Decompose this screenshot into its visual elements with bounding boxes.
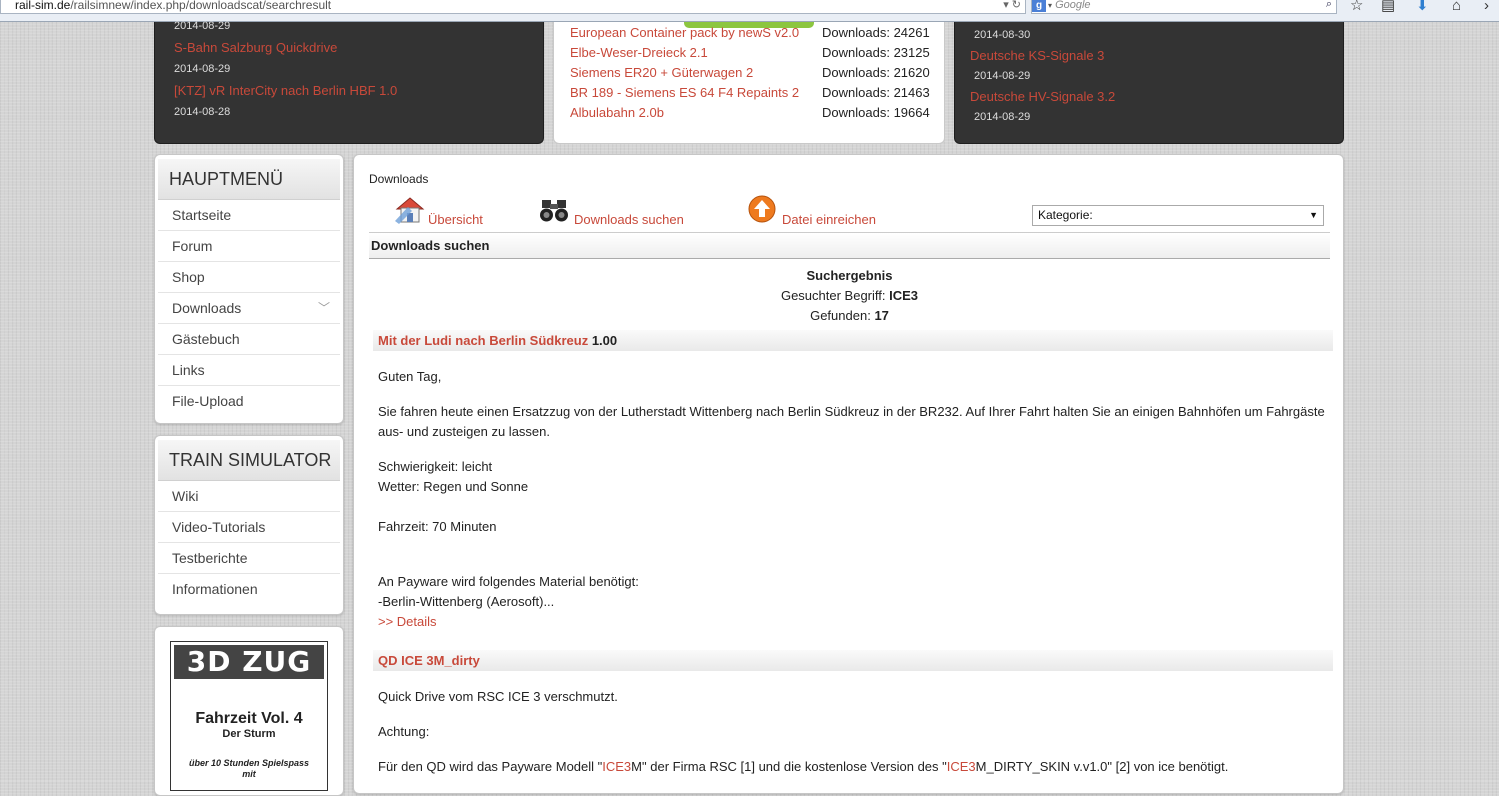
entry-text: Wetter: Regen und Sonne <box>378 479 529 494</box>
entry-title-link[interactable]: QD ICE 3M_dirty <box>378 653 480 668</box>
top-download-link[interactable]: BR 189 - Siemens ES 64 F4 Repaints 2 <box>570 85 799 100</box>
advert-tagline: über 10 Stunden Spielspass <box>188 758 310 768</box>
result-heading: Suchergebnis <box>806 268 893 283</box>
sidebar-item-downloads[interactable]: Downloads ﹀ <box>158 293 340 324</box>
sidebar-item-label: Downloads <box>172 300 242 316</box>
search-downloads-link[interactable]: Downloads suchen <box>574 212 684 227</box>
search-placeholder: Google <box>1055 0 1091 11</box>
search-highlight: ICE3 <box>602 759 632 774</box>
chevron-down-icon[interactable]: ﹀ <box>318 293 330 323</box>
breadcrumb: Downloads <box>369 172 429 186</box>
house-icon[interactable] <box>394 195 426 225</box>
latest-item-link[interactable]: S-Bahn Salzburg Quickdrive <box>174 40 337 55</box>
item-date: 2014-08-29 <box>974 111 1031 123</box>
submit-file-link[interactable]: Datei einreichen <box>782 212 876 227</box>
entry-title-link[interactable]: Mit der Ludi nach Berlin Südkreuz <box>378 333 588 348</box>
download-count: Downloads: 19664 <box>822 105 930 120</box>
download-count: Downloads: 23125 <box>822 45 930 60</box>
sidebar-item-shop[interactable]: Shop <box>158 262 340 293</box>
item-date: 2014-08-29 <box>174 63 231 75</box>
entry-text: -Berlin-Wittenberg (Aerosoft)... <box>378 594 555 609</box>
item-date: 2014-08-29 <box>974 70 1031 82</box>
sidebar-item-links[interactable]: Links <box>158 355 340 386</box>
entry-text: Für den QD wird das Payware Modell "ICE3… <box>378 759 1229 774</box>
entry-text: Schwierigkeit: leicht <box>378 459 493 474</box>
advert-banner[interactable]: 3D ZUG Fahrzeit Vol. 4 Der Sturm über 10… <box>170 641 328 791</box>
main-menu-box: HAUPTMENÜ Startseite Forum Shop Download… <box>154 154 344 424</box>
latest-updates-box: 2014-08-30 Deutsche KS-Signale 3 2014-08… <box>954 22 1344 144</box>
sidebar-item-file-upload[interactable]: File-Upload <box>158 386 340 416</box>
google-icon: g <box>1032 0 1046 12</box>
entry-header: QD ICE 3M_dirty <box>373 650 1333 671</box>
url-bar[interactable]: rail-sim.de/railsimnew/index.php/downloa… <box>0 0 1026 14</box>
advert-tagline: mit <box>242 769 256 779</box>
advert-title: Fahrzeit Vol. 4 <box>195 710 303 727</box>
item-date: 2014-08-30 <box>974 29 1031 41</box>
latest-uploads-box: 2014-08-29 S-Bahn Salzburg Quickdrive 20… <box>154 20 544 144</box>
overview-link[interactable]: Übersicht <box>428 212 483 227</box>
latest-item-link[interactable]: Deutsche KS-Signale 3 <box>970 48 1104 63</box>
sidebar-item-forum[interactable]: Forum <box>158 231 340 262</box>
sidebar-item-video-tutorials[interactable]: Video-Tutorials <box>158 512 340 543</box>
bookmark-star-icon[interactable]: ☆ <box>1350 0 1363 14</box>
item-date: 2014-08-28 <box>174 106 231 118</box>
upload-arrow-icon[interactable] <box>748 195 776 223</box>
top-download-link[interactable]: European Container pack by newS v2.0 <box>570 25 799 40</box>
chevron-down-icon: ▼ <box>1309 210 1318 220</box>
advert-logo: 3D ZUG <box>174 645 324 679</box>
download-count: Downloads: 21463 <box>822 85 930 100</box>
entry-header: Mit der Ludi nach Berlin Südkreuz 1.00 <box>373 330 1333 351</box>
home-icon[interactable]: ⌂ <box>1452 0 1461 14</box>
sidebar-item-testberichte[interactable]: Testberichte <box>158 543 340 574</box>
sidebar-item-informationen[interactable]: Informationen <box>158 574 340 604</box>
search-highlight: ICE3 <box>946 759 976 774</box>
chevron-down-icon[interactable]: ▾ <box>1048 1 1052 10</box>
result-term: Gesuchter Begriff: ICE3 <box>780 288 919 303</box>
bookmarks-list-icon[interactable]: ▤ <box>1381 0 1395 14</box>
entry-version: 1.00 <box>591 333 618 348</box>
search-icon[interactable]: ⌕ <box>1326 0 1332 10</box>
entry-text: aus- und zusteigen zu lassen. <box>378 424 550 439</box>
entry-text: Sie fahren heute einen Ersatzzug von der… <box>378 404 1325 419</box>
download-icon[interactable]: ⬇ <box>1416 0 1429 14</box>
entry-text: Achtung: <box>378 724 430 739</box>
train-simulator-box: TRAIN SIMULATOR Wiki Video-Tutorials Tes… <box>154 435 344 615</box>
browser-toolbar: rail-sim.de/railsimnew/index.php/downloa… <box>0 0 1499 22</box>
advert-box: 3D ZUG Fahrzeit Vol. 4 Der Sturm über 10… <box>154 626 344 796</box>
item-date: 2014-08-29 <box>174 20 231 32</box>
section-title: Downloads suchen <box>369 232 1330 259</box>
menu-icon[interactable]: › <box>1484 0 1489 14</box>
binoculars-icon[interactable] <box>539 196 569 224</box>
sidebar-item-wiki[interactable]: Wiki <box>158 481 340 512</box>
sidebar-item-gaestebuch[interactable]: Gästebuch <box>158 324 340 355</box>
entry-text: Quick Drive vom RSC ICE 3 verschmutzt. <box>378 689 618 704</box>
top-download-link[interactable]: Albulabahn 2.0b <box>570 105 664 120</box>
advert-subtitle: Der Sturm <box>222 728 276 740</box>
train-simulator-title: TRAIN SIMULATOR <box>158 440 340 481</box>
top-download-link[interactable]: Elbe-Weser-Dreieck 2.1 <box>570 45 708 60</box>
details-link[interactable]: >> Details <box>378 614 437 629</box>
url-path: /railsimnew/index.php/downloadscat/searc… <box>70 0 332 12</box>
result-count: Gefunden: 17 <box>810 308 889 323</box>
entry-text: Guten Tag, <box>378 369 442 384</box>
main-content: Downloads Übersicht Downloads suchen Dat… <box>353 154 1344 794</box>
latest-item-link[interactable]: [KTZ] vR InterCity nach Berlin HBF 1.0 <box>174 83 397 98</box>
latest-item-link[interactable]: Deutsche HV-Signale 3.2 <box>970 89 1115 104</box>
download-count: Downloads: 24261 <box>822 25 930 40</box>
sidebar-item-startseite[interactable]: Startseite <box>158 200 340 231</box>
top-download-link[interactable]: Siemens ER20 + Güterwagen 2 <box>570 65 753 80</box>
browser-search-input[interactable]: g ▾ Google ⌕ <box>1031 0 1337 14</box>
main-menu-title: HAUPTMENÜ <box>158 159 340 200</box>
top-downloads-box: European Container pack by newS v2.0 Dow… <box>553 22 945 144</box>
category-select-value: Kategorie: <box>1038 208 1093 222</box>
entry-text: Fahrzeit: 70 Minuten <box>378 519 497 534</box>
download-count: Downloads: 21620 <box>822 65 930 80</box>
entry-text: An Payware wird folgendes Material benöt… <box>378 574 639 589</box>
url-domain: rail-sim.de <box>15 0 71 12</box>
reload-icon[interactable]: ▾ ↻ <box>1003 0 1021 11</box>
category-select[interactable]: Kategorie: ▼ <box>1032 205 1324 226</box>
